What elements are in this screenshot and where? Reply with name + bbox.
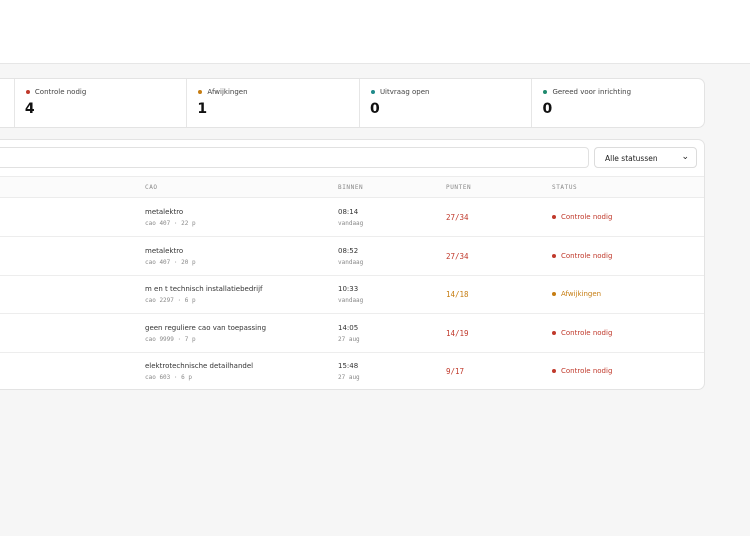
cao-meta: cao 2297 · 6 p bbox=[145, 297, 196, 304]
status-dot-icon bbox=[543, 90, 548, 94]
received-day: 27 aug bbox=[338, 374, 360, 381]
received-time: 08:52 bbox=[338, 247, 359, 255]
status-label: Controle nodig bbox=[561, 367, 613, 375]
received-day: vandaag bbox=[338, 297, 364, 304]
points-value: 14/19 bbox=[446, 329, 469, 338]
status-badge: Controle nodig bbox=[552, 213, 612, 221]
status-badge: Controle nodig bbox=[552, 252, 612, 260]
received-time: 14:05 bbox=[338, 324, 359, 332]
stat-label: Uitvraag open bbox=[379, 88, 430, 96]
received-time: 10:33 bbox=[338, 285, 359, 293]
status-dot-icon bbox=[552, 331, 556, 335]
table-row[interactable]: elektrotechnische detailhandel cao 603 ·… bbox=[0, 352, 704, 389]
table-row[interactable]: m en t technisch installatiebedrijf cao … bbox=[0, 275, 704, 314]
table-row[interactable]: metalektro cao 407 · 22 p 08:14 vandaag … bbox=[0, 198, 704, 237]
stat-value: 4 bbox=[24, 101, 35, 117]
search-input[interactable] bbox=[0, 147, 589, 168]
cao-meta: cao 407 · 22 p bbox=[145, 220, 196, 227]
column-header-status[interactable]: STATUS bbox=[552, 184, 577, 191]
cao-name: metalektro bbox=[145, 247, 184, 255]
status-label: Controle nodig bbox=[561, 329, 613, 337]
column-header-cao[interactable]: CAO bbox=[145, 184, 158, 191]
status-dot-icon bbox=[552, 292, 556, 296]
status-dot-icon bbox=[552, 215, 556, 219]
top-bar bbox=[0, 0, 750, 64]
status-dot-icon bbox=[198, 90, 203, 94]
status-badge: Controle nodig bbox=[552, 367, 612, 375]
stat-card-gereed[interactable]: Gereed voor inrichting 0 bbox=[531, 79, 704, 127]
cao-name: elektrotechnische detailhandel bbox=[145, 362, 254, 370]
points-value: 14/18 bbox=[446, 290, 469, 299]
received-time: 15:48 bbox=[338, 362, 359, 370]
status-label: Controle nodig bbox=[561, 252, 613, 260]
stat-card-controle[interactable]: Controle nodig 4 bbox=[13, 79, 187, 127]
stat-label: Controle nodig bbox=[34, 88, 87, 96]
received-day: 27 aug bbox=[338, 336, 360, 343]
stat-card-partial bbox=[0, 79, 14, 127]
status-dot-icon bbox=[370, 90, 375, 94]
stat-value: 1 bbox=[197, 101, 208, 117]
status-dot-icon bbox=[25, 90, 30, 94]
cao-meta: cao 9999 · 7 p bbox=[145, 336, 196, 343]
status-badge: Controle nodig bbox=[552, 329, 612, 337]
points-value: 27/34 bbox=[446, 213, 469, 222]
received-day: vandaag bbox=[338, 220, 364, 227]
points-value: 27/34 bbox=[446, 252, 469, 261]
cao-meta: cao 603 · 6 p bbox=[145, 374, 192, 381]
received-time: 08:14 bbox=[338, 208, 359, 216]
column-header-punten[interactable]: PUNTEN bbox=[446, 184, 471, 191]
stat-label: Afwijkingen bbox=[207, 88, 248, 96]
table-header: CAO BINNEN PUNTEN STATUS bbox=[0, 176, 704, 198]
status-filter-select[interactable]: Alle statussen ⌄ bbox=[594, 147, 697, 168]
stat-card-afwijkingen[interactable]: Afwijkingen 1 bbox=[186, 79, 359, 127]
cao-meta: cao 407 · 20 p bbox=[145, 259, 196, 266]
table-row[interactable]: geen reguliere cao van toepassing cao 99… bbox=[0, 314, 704, 353]
cao-name: geen reguliere cao van toepassing bbox=[145, 324, 267, 332]
chevron-down-icon: ⌄ bbox=[681, 152, 689, 162]
stat-label: Gereed voor inrichting bbox=[552, 88, 632, 96]
status-badge: Afwijkingen bbox=[552, 290, 601, 298]
points-value: 9/17 bbox=[446, 367, 465, 376]
status-filter-value: Alle statussen bbox=[605, 154, 658, 163]
stat-card-uitvraag[interactable]: Uitvraag open 0 bbox=[358, 79, 532, 127]
status-dot-icon bbox=[552, 369, 556, 373]
column-header-binnen[interactable]: BINNEN bbox=[338, 184, 363, 191]
status-dot-icon bbox=[552, 254, 556, 258]
intake-table-panel: Alle statussen ⌄ CAO BINNEN PUNTEN STATU… bbox=[0, 139, 705, 390]
stat-value: 0 bbox=[369, 101, 380, 117]
received-day: vandaag bbox=[338, 259, 364, 266]
status-label: Afwijkingen bbox=[561, 290, 602, 298]
cao-name: m en t technisch installatiebedrijf bbox=[145, 285, 263, 293]
status-label: Controle nodig bbox=[561, 213, 613, 221]
cao-name: metalektro bbox=[145, 208, 184, 216]
stat-value: 0 bbox=[542, 101, 553, 117]
table-row[interactable]: metalektro cao 407 · 20 p 08:52 vandaag … bbox=[0, 237, 704, 276]
stats-bar: Controle nodig 4 Afwijkingen 1 Uitvraag … bbox=[0, 78, 705, 128]
